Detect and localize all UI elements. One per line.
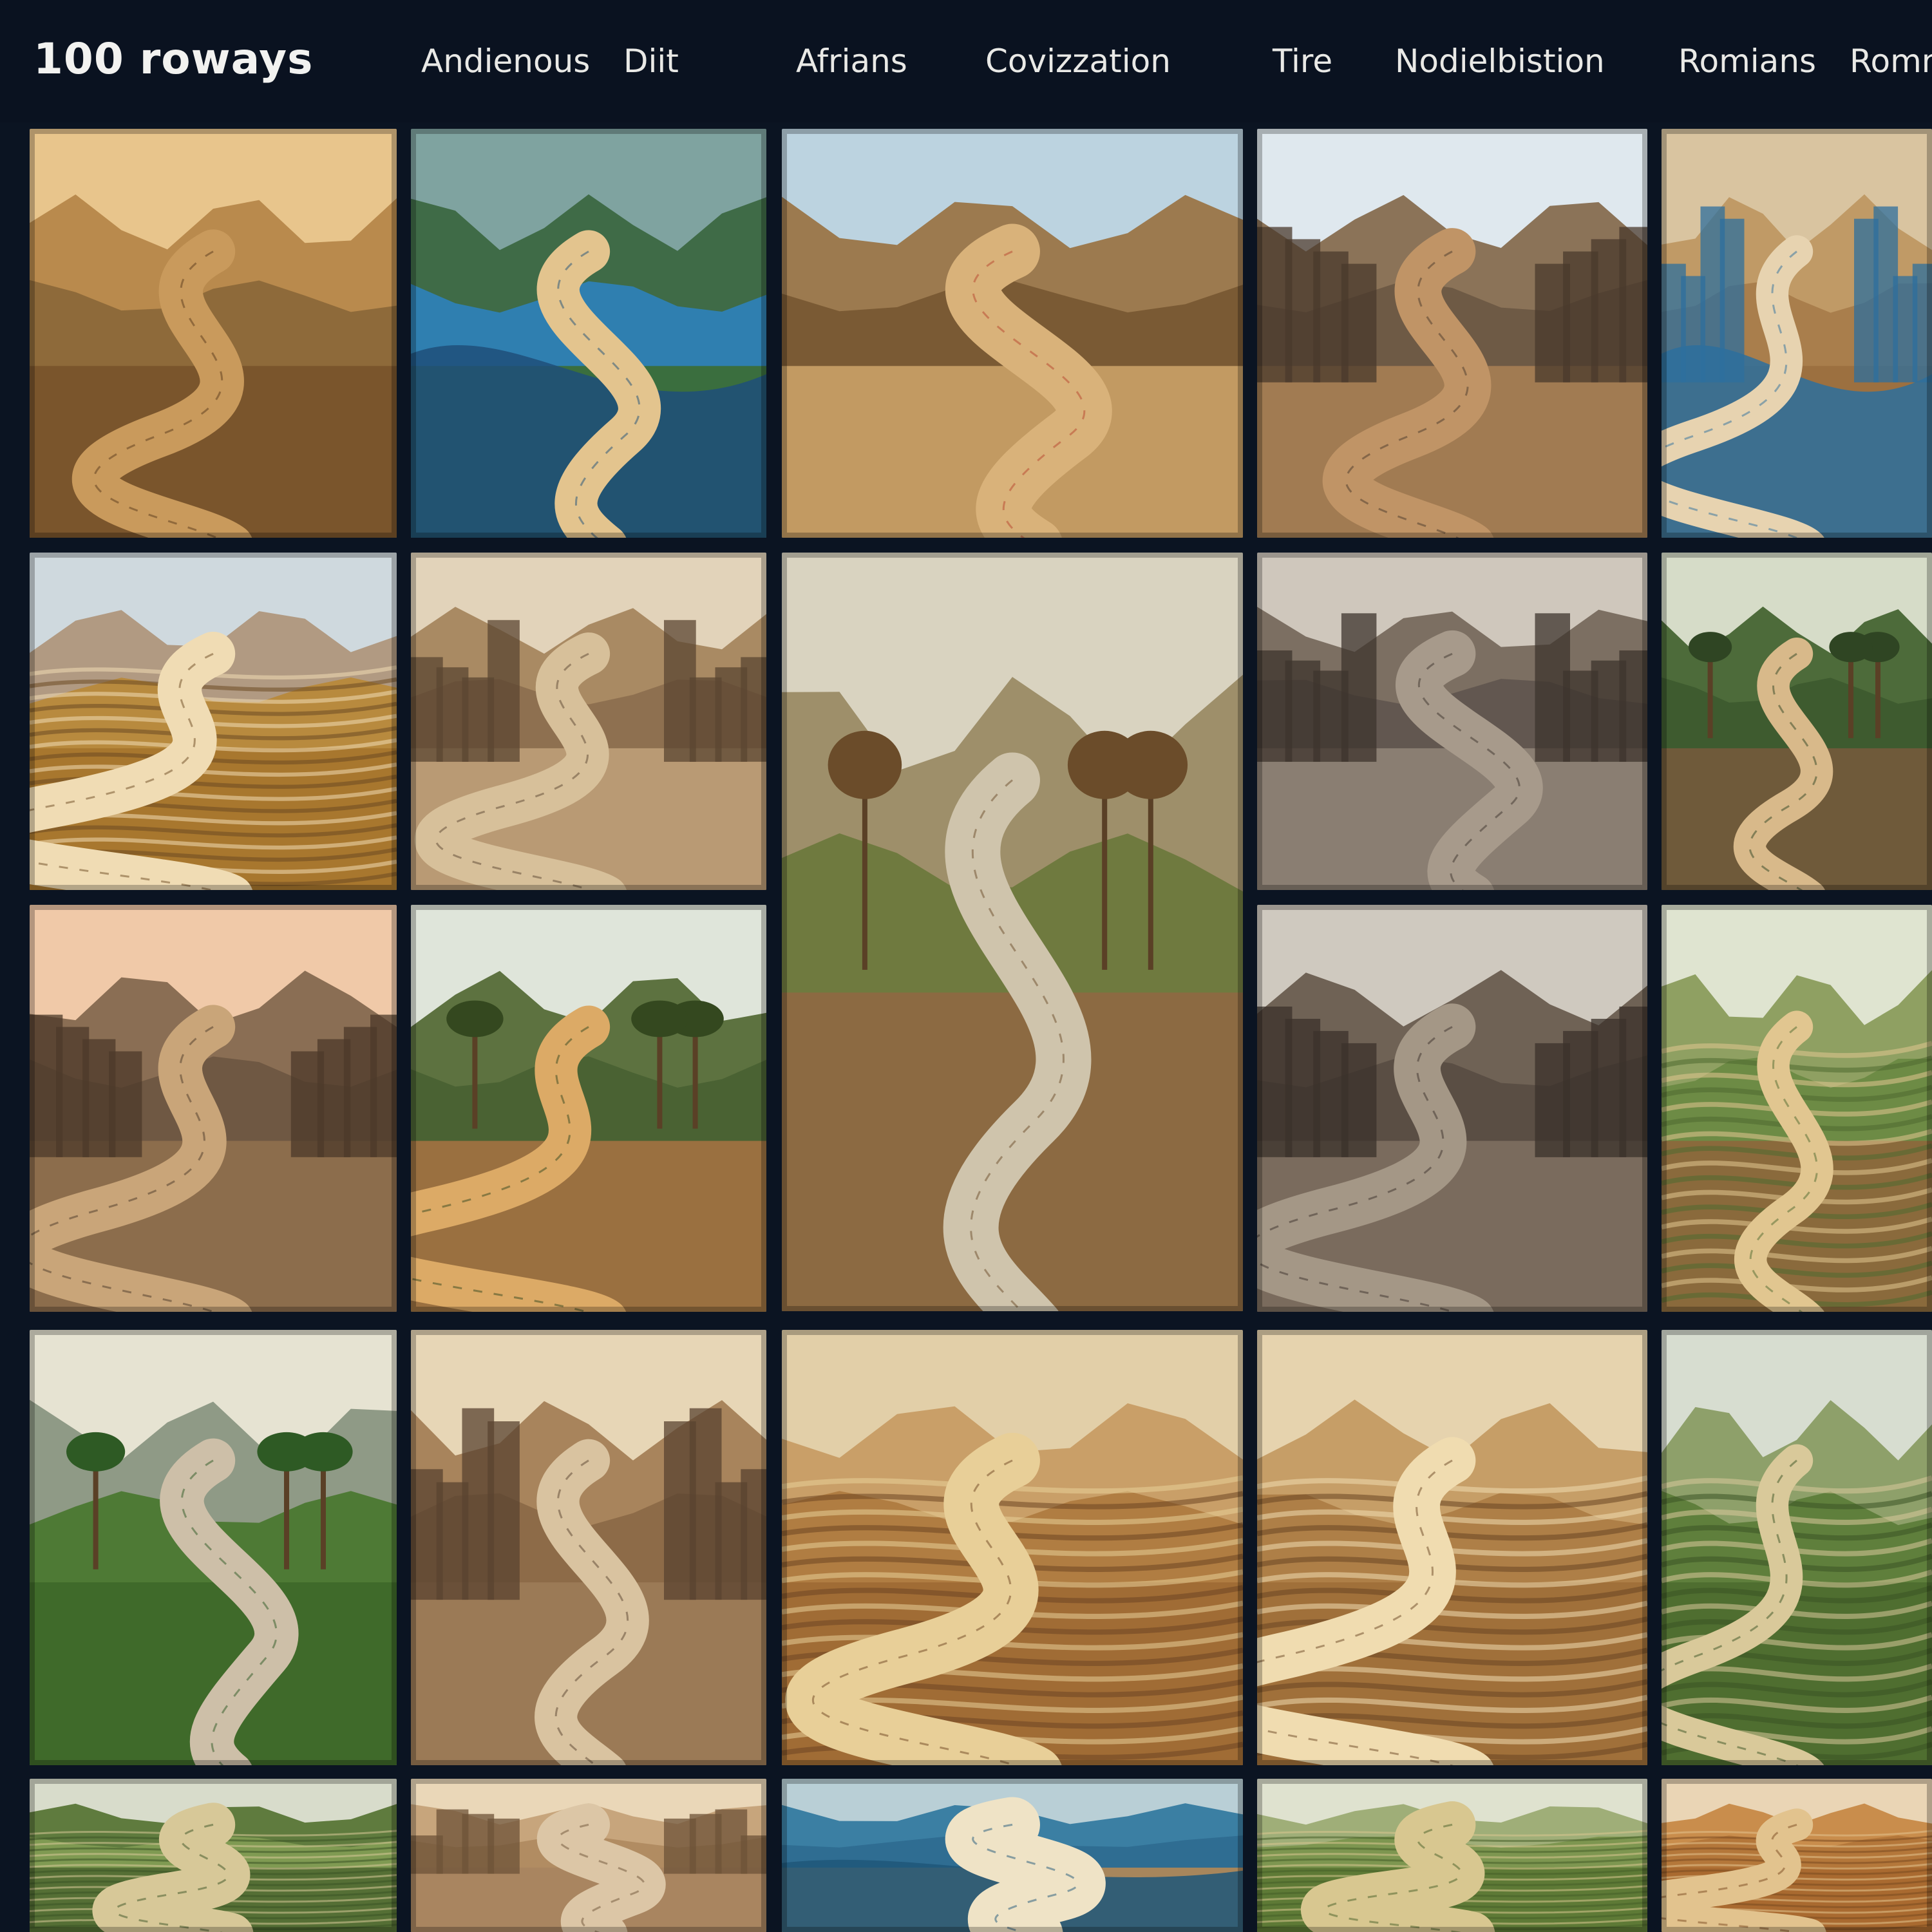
gallery-tile-orange-hills[interactable]: [1662, 1779, 1932, 1932]
road-illustration-image: [782, 1779, 1243, 1932]
road-illustration-image: [1257, 905, 1647, 1312]
road-illustration-image: [1257, 1779, 1647, 1932]
gallery-tile-swirl-road[interactable]: [1257, 1330, 1647, 1765]
site-title[interactable]: 100 roways: [33, 33, 313, 85]
gallery-tile-valley-path[interactable]: [30, 1330, 397, 1765]
image-gallery: [0, 0, 1932, 1932]
nav-link-covizzation[interactable]: Covizzation: [985, 39, 1171, 84]
road-illustration-image: [411, 1779, 766, 1932]
gallery-tile-green-fields[interactable]: [1257, 1779, 1647, 1932]
gallery-tile-terrace-road[interactable]: [1662, 905, 1932, 1312]
nav-link-tire[interactable]: Tire: [1273, 39, 1332, 84]
gallery-tile-city-street[interactable]: [1257, 129, 1647, 538]
road-illustration-image: [411, 553, 766, 890]
nav-link-andienous[interactable]: Andienous: [421, 39, 590, 84]
road-illustration-image: [411, 905, 766, 1312]
gallery-tile-green-terraces[interactable]: [1662, 1330, 1932, 1765]
top-navigation-bar: 100 roways Andienous Diit Afrians Covizz…: [0, 0, 1932, 122]
road-illustration-image: [1662, 129, 1932, 538]
road-illustration-image: [782, 1330, 1243, 1765]
road-illustration-image: [1662, 1330, 1932, 1765]
gallery-tile-palm-road-vehicles[interactable]: [782, 553, 1243, 1311]
gallery-tile-stone-street[interactable]: [1257, 553, 1647, 890]
gallery-tile-ancient-city-road[interactable]: [30, 905, 397, 1312]
gallery-tile-carved-street[interactable]: [1257, 905, 1647, 1312]
road-illustration-image: [1257, 129, 1647, 538]
road-illustration-image: [1662, 905, 1932, 1312]
road-illustration-image: [782, 129, 1243, 538]
nav-link-romians[interactable]: Romians: [1678, 39, 1816, 84]
gallery-tile-jungle-road[interactable]: [411, 905, 766, 1312]
road-illustration-image: [1257, 1330, 1647, 1765]
road-illustration-image: [30, 1330, 397, 1765]
gallery-tile-canyon-river[interactable]: [1662, 129, 1932, 538]
road-illustration-image: [1662, 553, 1932, 890]
gallery-tile-field-road[interactable]: [30, 553, 397, 890]
nav-link-diit[interactable]: Diit: [623, 39, 679, 84]
gallery-tile-palm-forest-road[interactable]: [1662, 553, 1932, 890]
road-illustration-image: [30, 1779, 397, 1932]
road-illustration-image: [30, 905, 397, 1312]
nav-link-romn[interactable]: Romn: [1850, 39, 1932, 84]
nav-link-afrians[interactable]: Afrians: [796, 39, 907, 84]
gallery-tile-truck-road[interactable]: [782, 129, 1243, 538]
nav-link-nodielbistion[interactable]: Nodielbistion: [1395, 39, 1605, 84]
gallery-tile-river-road[interactable]: [411, 129, 766, 538]
gallery-tile-ruins-road[interactable]: [411, 553, 766, 890]
app-window: 100 roways Andienous Diit Afrians Covizz…: [0, 0, 1932, 1932]
road-illustration-image: [1257, 553, 1647, 890]
road-illustration-image: [411, 129, 766, 538]
gallery-tile-dusty-canyon[interactable]: [411, 1779, 766, 1932]
gallery-tile-spiral-dune[interactable]: [782, 1330, 1243, 1765]
road-illustration-image: [411, 1330, 766, 1765]
road-illustration-image: [30, 553, 397, 890]
road-illustration-image: [782, 553, 1243, 1311]
road-illustration-image: [1662, 1779, 1932, 1932]
gallery-tile-canyon-street[interactable]: [411, 1330, 766, 1765]
gallery-tile-terrace-hills[interactable]: [30, 1779, 397, 1932]
gallery-tile-cart-road[interactable]: [30, 129, 397, 538]
gallery-tile-coast-road[interactable]: [782, 1779, 1243, 1932]
road-illustration-image: [30, 129, 397, 538]
